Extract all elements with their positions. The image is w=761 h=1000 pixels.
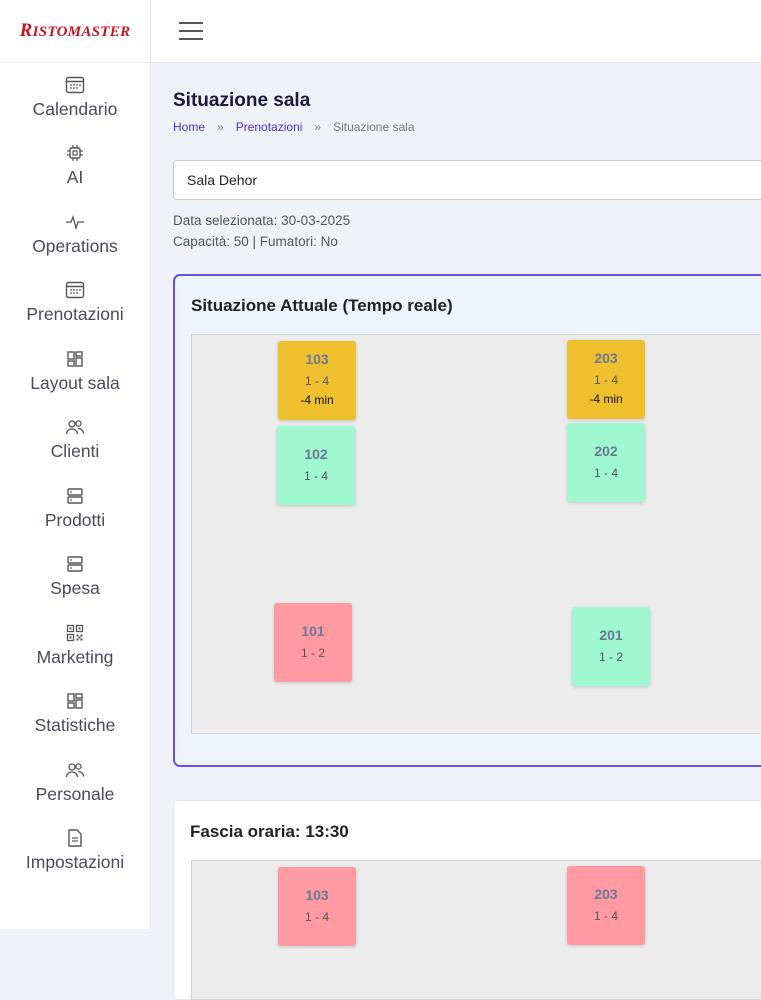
table-101[interactable]: 101 1 - 2	[274, 603, 352, 682]
sidebar-item-operations[interactable]: Operations	[0, 200, 150, 269]
table-capacity: 1 - 4	[304, 374, 329, 388]
floor-plan: 103 1 - 4 203 1 - 4	[191, 860, 761, 1000]
grid-icon	[67, 351, 83, 367]
table-time: -4 min	[589, 392, 623, 406]
sidebar-item-label: Layout sala	[30, 372, 120, 393]
table-number: 202	[594, 443, 618, 459]
sidebar-item-statistiche[interactable]: Statistiche	[0, 680, 150, 749]
sidebar-item-impostazioni[interactable]: Impostazioni	[0, 817, 150, 886]
sidebar-item-label: AI	[66, 167, 84, 188]
breadcrumb-current: Situazione sala	[333, 120, 415, 134]
sidebar-item-layout-sala[interactable]: Layout sala	[0, 337, 150, 406]
server-icon	[67, 488, 83, 504]
table-number: 201	[599, 627, 623, 643]
document-icon	[68, 829, 82, 847]
breadcrumb-home[interactable]: Home	[173, 120, 205, 134]
room-select[interactable]: Sala Dehor	[173, 160, 761, 200]
breadcrumb-prenotazioni[interactable]: Prenotazioni	[236, 120, 303, 134]
selected-date: Data selezionata: 30-03-2025	[173, 213, 351, 228]
table-capacity: 1 - 4	[303, 469, 328, 483]
capacity-info: Capacità: 50 | Fumatori: No	[173, 234, 338, 249]
logo-area: RISTOMASTER	[0, 0, 150, 63]
sidebar-item-spesa[interactable]: Spesa	[0, 543, 150, 612]
activity-icon	[66, 214, 84, 230]
sidebar-item-label: Personale	[35, 783, 115, 804]
sidebar-item-label: Marketing	[36, 646, 114, 667]
table-capacity: 1 - 2	[300, 646, 325, 660]
sidebar-item-prenotazioni[interactable]: Prenotazioni	[0, 269, 150, 338]
table-201[interactable]: 201 1 - 2	[572, 607, 650, 686]
table-103[interactable]: 103 1 - 4 -4 min	[278, 341, 356, 420]
table-number: 103	[305, 351, 329, 367]
ristomaster-logo[interactable]: RISTOMASTER	[20, 20, 131, 42]
table-number: 102	[304, 446, 328, 462]
logo-text: ISTOMASTER	[32, 24, 131, 40]
table-number: 203	[594, 350, 618, 366]
sidebar-item-clienti[interactable]: Clienti	[0, 406, 150, 475]
table-capacity: 1 - 4	[593, 466, 618, 480]
users-icon	[65, 763, 85, 777]
table-capacity: 1 - 4	[304, 910, 329, 924]
main-content: Situazione sala Home» Prenotazioni» Situaz…	[151, 63, 761, 1000]
time-slot-title: Fascia oraria: 13:30	[190, 822, 349, 841]
users-icon	[65, 420, 85, 435]
current-situation-card: Situazione Attuale (Tempo reale) 103 1 -…	[173, 274, 761, 767]
sidebar-item-label: Operations	[32, 235, 118, 256]
table-203[interactable]: 203 1 - 4	[567, 866, 645, 945]
topbar	[151, 0, 761, 63]
table-102[interactable]: 102 1 - 4	[277, 426, 355, 505]
qrcode-icon	[66, 624, 84, 641]
sidebar-item-prodotti[interactable]: Prodotti	[0, 474, 150, 543]
table-capacity: 1 - 4	[593, 909, 618, 923]
breadcrumb-separator: »	[314, 120, 322, 134]
time-slot-card: Fascia oraria: 13:30 103 1 - 4 203 1 - 4	[173, 800, 761, 1000]
breadcrumb-separator: »	[217, 120, 224, 134]
sidebar-item-label: Statistiche	[34, 715, 116, 736]
sidebar-item-label: Calendario	[32, 98, 118, 119]
menu-toggle-icon[interactable]	[179, 22, 203, 40]
table-time: -4 min	[300, 393, 334, 407]
sidebar-item-label: Spesa	[50, 578, 100, 599]
table-number: 101	[301, 623, 325, 639]
sidebar: RISTOMASTER Calendario AI Operations Pre…	[0, 0, 151, 929]
table-203[interactable]: 203 1 - 4 -4 min	[567, 340, 645, 419]
calendar-icon	[65, 282, 85, 299]
table-number: 103	[305, 887, 329, 903]
sidebar-item-personale[interactable]: Personale	[0, 748, 150, 817]
table-capacity: 1 - 2	[598, 650, 623, 664]
table-capacity: 1 - 4	[593, 373, 618, 387]
page-title: Situazione sala	[173, 90, 311, 111]
floor-plan: 103 1 - 4 -4 min 102 1 - 4 101 1 - 2 203…	[191, 334, 761, 734]
logo-initial: R	[19, 20, 33, 41]
grid-icon	[67, 693, 83, 709]
table-202[interactable]: 202 1 - 4	[567, 423, 645, 502]
sidebar-nav: Calendario AI Operations Prenotazioni La…	[0, 63, 150, 885]
sidebar-item-label: Impostazioni	[25, 852, 125, 873]
server-icon	[67, 556, 83, 572]
table-103[interactable]: 103 1 - 4	[278, 867, 356, 946]
sidebar-item-marketing[interactable]: Marketing	[0, 611, 150, 680]
calendar-icon	[65, 76, 85, 93]
table-number: 203	[594, 886, 618, 902]
sidebar-item-ai[interactable]: AI	[0, 132, 150, 201]
sidebar-item-label: Prodotti	[44, 509, 106, 530]
current-situation-title: Situazione Attuale (Tempo reale)	[191, 296, 453, 315]
sidebar-item-label: Clienti	[50, 441, 100, 462]
sidebar-item-label: Prenotazioni	[26, 304, 124, 325]
chip-icon	[67, 145, 83, 162]
breadcrumb: Home » Prenotazioni » Situazione sala	[173, 120, 415, 134]
sidebar-item-calendario[interactable]: Calendario	[0, 63, 150, 132]
